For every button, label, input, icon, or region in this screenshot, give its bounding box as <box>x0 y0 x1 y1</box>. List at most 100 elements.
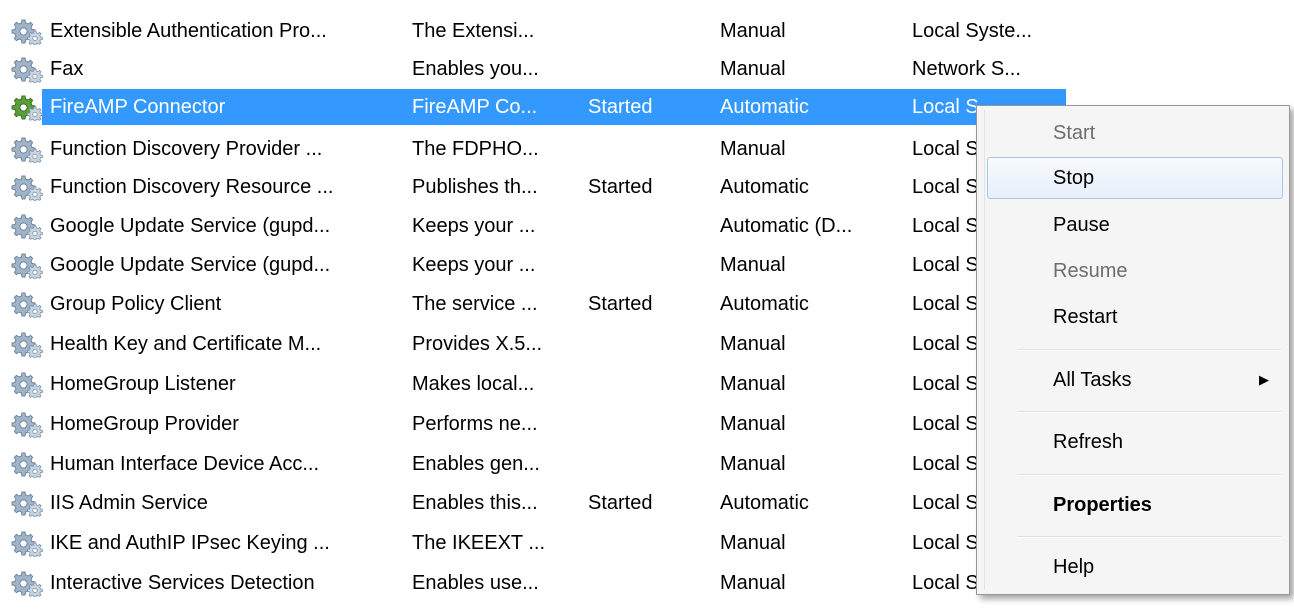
service-startup-type: Manual <box>720 138 786 160</box>
menu-item-stop[interactable]: Stop <box>987 157 1283 199</box>
service-name: IIS Admin Service <box>50 492 208 514</box>
service-description: The service ... <box>412 293 538 315</box>
menu-item-properties[interactable]: Properties <box>987 484 1283 526</box>
menu-item-label: Start <box>1053 122 1096 144</box>
service-status: Started <box>588 492 653 514</box>
service-status: Started <box>588 96 653 118</box>
service-status <box>588 207 708 245</box>
service-row[interactable]: Fax Enables you... Manual Network S... <box>0 50 1294 88</box>
menu-item-refresh[interactable]: Refresh <box>987 421 1283 463</box>
service-name: Interactive Services Detection <box>50 572 315 594</box>
menu-item-resume[interactable]: Resume <box>987 250 1283 292</box>
service-description: FireAMP Co... <box>412 96 538 118</box>
service-startup-type: Manual <box>720 572 786 594</box>
gear-icon <box>10 410 44 439</box>
service-name: Function Discovery Provider ... <box>50 138 323 160</box>
service-status <box>588 130 708 168</box>
service-startup-type: Manual <box>720 58 786 80</box>
service-description: Publishes th... <box>412 176 538 198</box>
service-name: HomeGroup Listener <box>50 373 236 395</box>
gear-icon <box>10 450 44 479</box>
menu-gutter-divider <box>984 110 985 590</box>
menu-separator <box>1017 349 1281 351</box>
service-name: HomeGroup Provider <box>50 413 239 435</box>
gear-icon <box>10 569 44 598</box>
service-status <box>588 246 708 284</box>
service-description: The IKEEXT ... <box>412 532 546 554</box>
service-name: FireAMP Connector <box>50 96 226 118</box>
menu-item-restart[interactable]: Restart <box>987 296 1283 338</box>
service-description: Enables you... <box>412 58 539 80</box>
menu-item-label: Stop <box>1053 167 1095 189</box>
gear-icon <box>10 135 44 164</box>
service-row[interactable]: Extensible Authentication Pro... The Ext… <box>0 12 1294 50</box>
service-description: Enables gen... <box>412 453 540 475</box>
menu-item-label: Help <box>1053 556 1095 578</box>
service-description: Makes local... <box>412 373 535 395</box>
service-status: Started <box>588 293 653 315</box>
service-startup-type: Manual <box>720 373 786 395</box>
gear-icon <box>10 173 44 202</box>
service-status <box>588 524 708 562</box>
menu-item-label: Pause <box>1053 214 1110 236</box>
service-name: IKE and AuthIP IPsec Keying ... <box>50 532 330 554</box>
service-startup-type: Automatic <box>720 293 809 315</box>
service-startup-type: Manual <box>720 453 786 475</box>
gear-icon <box>10 55 44 84</box>
menu-separator <box>1017 474 1281 476</box>
gear-icon <box>10 370 44 399</box>
menu-separator <box>1017 536 1281 538</box>
gear-icon <box>10 489 44 518</box>
service-name: Health Key and Certificate M... <box>50 333 322 355</box>
gear-icon <box>10 17 44 46</box>
service-description: Performs ne... <box>412 413 538 435</box>
service-name: Google Update Service (gupd... <box>50 254 331 276</box>
service-description: Keeps your ... <box>412 215 536 237</box>
service-status <box>588 445 708 483</box>
service-status <box>588 365 708 403</box>
service-startup-type: Automatic <box>720 176 809 198</box>
menu-item-label: Refresh <box>1053 431 1124 453</box>
service-log-on-as: Local Syste... <box>912 20 1033 42</box>
menu-item-help[interactable]: Help <box>987 546 1283 588</box>
service-status <box>588 12 708 50</box>
menu-item-label: Resume <box>1053 260 1128 282</box>
service-startup-type: Automatic <box>720 96 809 118</box>
service-name: Group Policy Client <box>50 293 222 315</box>
service-description: Provides X.5... <box>412 333 543 355</box>
service-startup-type: Manual <box>720 532 786 554</box>
service-startup-type: Manual <box>720 254 786 276</box>
service-status <box>588 325 708 363</box>
service-description: Keeps your ... <box>412 254 536 276</box>
context-menu: Start Stop Pause Resume Restart All Task… <box>976 105 1290 595</box>
submenu-arrow-icon: ▶ <box>1259 372 1269 387</box>
gear-icon <box>10 290 44 319</box>
gear-icon <box>10 251 44 280</box>
service-description: Enables this... <box>412 492 538 514</box>
service-status: Started <box>588 176 653 198</box>
service-startup-type: Manual <box>720 413 786 435</box>
service-status <box>588 50 708 88</box>
service-description: The Extensi... <box>412 20 535 42</box>
service-startup-type: Automatic <box>720 492 809 514</box>
menu-item-label: Restart <box>1053 306 1118 328</box>
service-status <box>588 564 708 602</box>
menu-item-label: Properties <box>1053 494 1152 516</box>
menu-item-all-tasks[interactable]: All Tasks ▶ <box>987 359 1283 401</box>
service-startup-type: Manual <box>720 20 786 42</box>
gear-icon <box>10 93 44 122</box>
service-name: Fax <box>50 58 84 80</box>
gear-icon <box>10 529 44 558</box>
service-startup-type: Manual <box>720 333 786 355</box>
service-status <box>588 405 708 443</box>
menu-item-pause[interactable]: Pause <box>987 204 1283 246</box>
service-startup-type: Automatic (D... <box>720 215 853 237</box>
menu-item-label: All Tasks <box>1053 369 1132 391</box>
service-name: Function Discovery Resource ... <box>50 176 334 198</box>
service-log-on-as: Network S... <box>912 58 1021 80</box>
menu-item-start[interactable]: Start <box>987 112 1283 154</box>
service-description: Enables use... <box>412 572 539 594</box>
service-name: Google Update Service (gupd... <box>50 215 331 237</box>
gear-icon <box>10 330 44 359</box>
service-name: Extensible Authentication Pro... <box>50 20 327 42</box>
